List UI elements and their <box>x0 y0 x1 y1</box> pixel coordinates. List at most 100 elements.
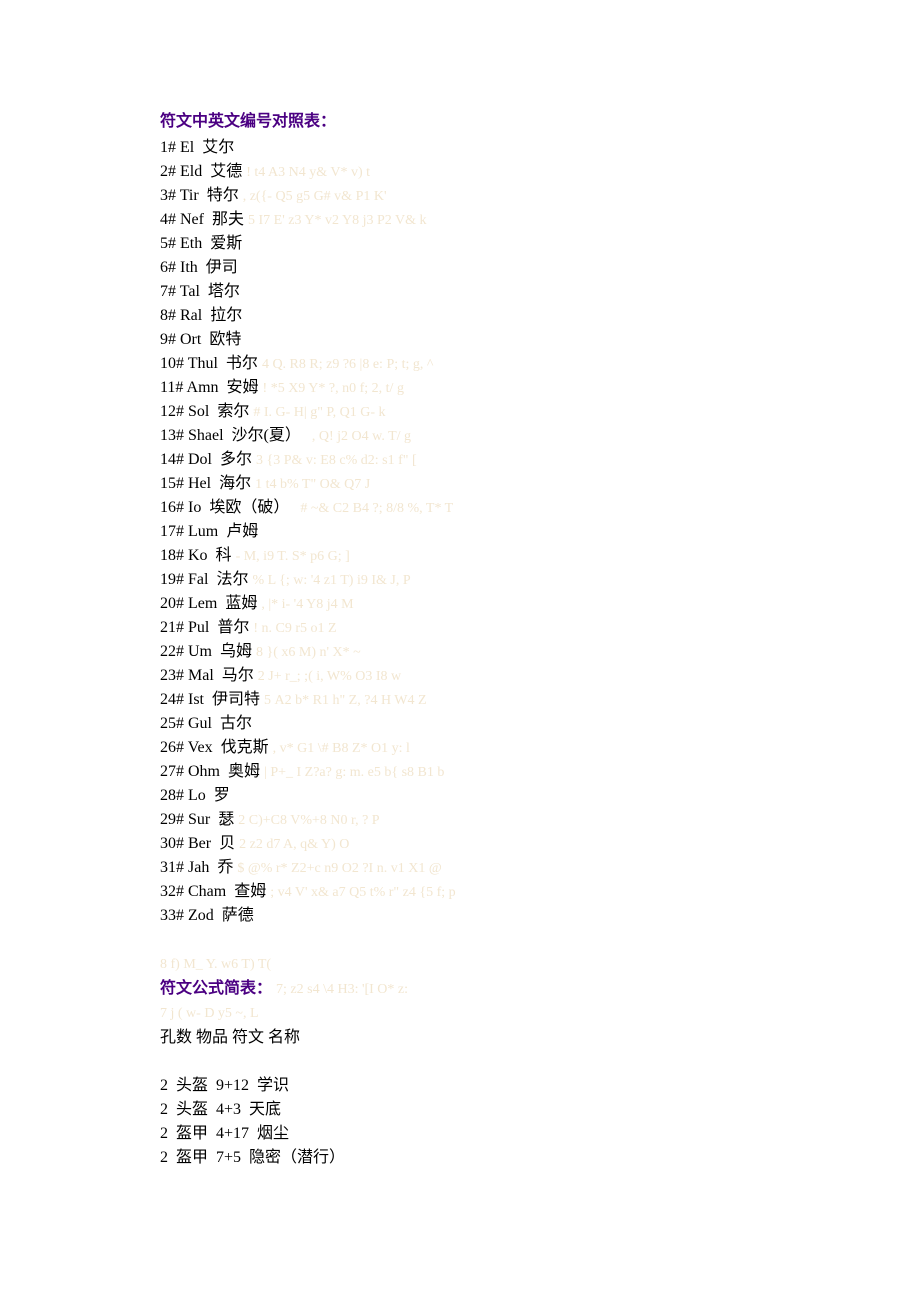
watermark-text: 4 Q. R8 R; z9 ?6 |8 e: P; t; g, ^ <box>258 357 434 372</box>
watermark-text: , Q! j2 O4 w. T/ g <box>301 429 411 444</box>
rune-entry: 8# Ral 拉尔 <box>160 307 242 324</box>
watermark-text: 7; z2 s4 \4 H3: '[I O* z: <box>272 982 408 997</box>
rune-row: 26# Vex 伐克斯, v* G1 \# B8 Z* O1 y: l <box>160 736 920 760</box>
rune-row: 31# Jah 乔$ @% r* Z2+c n9 O2 ?I n. v1 X1 … <box>160 856 920 880</box>
rune-row: 24# Ist 伊司特5 A2 b* R1 h" Z, ?4 H W4 Z <box>160 688 920 712</box>
watermark-text: 3 {3 P& v: E8 c% d2: s1 f" [ <box>252 453 417 468</box>
rune-row: 29# Sur 瑟2 C)+C8 V%+8 N0 r, ? P <box>160 808 920 832</box>
rune-entry: 6# Ith 伊司 <box>160 259 238 276</box>
formula-row: 2 头盔 9+12 学识 <box>160 1074 920 1098</box>
rune-entry: 30# Ber 贝 <box>160 835 235 852</box>
watermark-text: | P+_ I Z?a? g: m. e5 b{ s8 B1 b <box>260 765 444 780</box>
rune-entry: 32# Cham 查姆 <box>160 883 266 900</box>
rune-row: 21# Pul 普尔! n. C9 r5 o1 Z <box>160 616 920 640</box>
rune-entry: 13# Shael 沙尔(夏） <box>160 427 301 444</box>
rune-row: 5# Eth 爱斯 <box>160 232 920 256</box>
rune-row: 4# Nef 那夫5 I7 E' z3 Y* v2 Y8 j3 P2 V& k <box>160 208 920 232</box>
rune-entry: 12# Sol 索尔 <box>160 403 249 420</box>
watermark-text: ! *5 X9 Y* ?, n0 f; 2, t/ g <box>259 381 404 396</box>
rune-entry: 31# Jah 乔 <box>160 859 233 876</box>
rune-entry: 10# Thul 书尔 <box>160 355 258 372</box>
watermark-text: 2 J+ r_; ;( i, W% O3 I8 w <box>254 669 401 684</box>
rune-row: 7# Tal 塔尔 <box>160 280 920 304</box>
watermark-text: , v* G1 \# B8 Z* O1 y: l <box>269 741 410 756</box>
rune-entry: 14# Dol 多尔 <box>160 451 252 468</box>
rune-row: 28# Lo 罗 <box>160 784 920 808</box>
rune-row: 6# Ith 伊司 <box>160 256 920 280</box>
rune-row: 20# Lem 蓝姆, |* i- '4 Y8 j4 M <box>160 592 920 616</box>
rune-entry: 27# Ohm 奥姆 <box>160 763 260 780</box>
rune-row: 30# Ber 贝2 z2 d7 A, q& Y) O <box>160 832 920 856</box>
rune-table-title: 符文中英文编号对照表： <box>160 110 920 134</box>
rune-row: 10# Thul 书尔4 Q. R8 R; z9 ?6 |8 e: P; t; … <box>160 352 920 376</box>
formula-list: 2 头盔 9+12 学识2 头盔 4+3 天底2 盔甲 4+17 烟尘2 盔甲 … <box>160 1074 920 1170</box>
watermark-text: 8 }( x6 M) n' X* ~ <box>252 645 361 660</box>
rune-row: 16# Io 埃欧（破） # ~& C2 B4 ?; 8/8 %, T* T <box>160 496 920 520</box>
formula-row: 2 头盔 4+3 天底 <box>160 1098 920 1122</box>
rune-entry: 11# Amn 安姆 <box>160 379 259 396</box>
watermark-text: ! n. C9 r5 o1 Z <box>249 621 336 636</box>
formula-row: 2 盔甲 7+5 隐密（潜行） <box>160 1146 920 1170</box>
rune-row: 11# Amn 安姆! *5 X9 Y* ?, n0 f; 2, t/ g <box>160 376 920 400</box>
rune-entry: 33# Zod 萨德 <box>160 907 254 924</box>
rune-row: 3# Tir 特尔, z({- Q5 g5 G# v& P1 K' <box>160 184 920 208</box>
rune-row: 22# Um 乌姆8 }( x6 M) n' X* ~ <box>160 640 920 664</box>
rune-row: 13# Shael 沙尔(夏） , Q! j2 O4 w. T/ g <box>160 424 920 448</box>
watermark-text: 5 I7 E' z3 Y* v2 Y8 j3 P2 V& k <box>244 213 427 228</box>
watermark-text: 2 C)+C8 V%+8 N0 r, ? P <box>234 813 379 828</box>
rune-entry: 23# Mal 马尔 <box>160 667 254 684</box>
rune-row: 1# El 艾尔 <box>160 136 920 160</box>
rune-row: 32# Cham 查姆; v4 V' x& a7 Q5 t% r" z4 {5 … <box>160 880 920 904</box>
rune-entry: 9# Ort 欧特 <box>160 331 241 348</box>
rune-row: 19# Fal 法尔% L {; w: '4 z1 T) i9 I& J, P <box>160 568 920 592</box>
watermark-text: % L {; w: '4 z1 T) i9 I& J, P <box>248 573 410 588</box>
faint-text-2: 7 j ( w- D y5 ~, L <box>160 1003 920 1024</box>
rune-entry: 1# El 艾尔 <box>160 139 234 156</box>
rune-entry: 21# Pul 普尔 <box>160 619 249 636</box>
faint-text-1: 8 f) M_ Y. w6 T) T( <box>160 954 920 975</box>
rune-row: 17# Lum 卢姆 <box>160 520 920 544</box>
formula-table-title: 符文公式简表： <box>160 980 272 997</box>
watermark-text: ! t4 A3 N4 y& V* v) t <box>242 165 370 180</box>
rune-row: 8# Ral 拉尔 <box>160 304 920 328</box>
rune-entry: 28# Lo 罗 <box>160 787 230 804</box>
watermark-text: , z({- Q5 g5 G# v& P1 K' <box>239 189 387 204</box>
rune-row: 14# Dol 多尔3 {3 P& v: E8 c% d2: s1 f" [ <box>160 448 920 472</box>
rune-entry: 7# Tal 塔尔 <box>160 283 240 300</box>
rune-entry: 17# Lum 卢姆 <box>160 523 258 540</box>
rune-row: 12# Sol 索尔# I. G- H| g" P, Q1 G- k <box>160 400 920 424</box>
rune-row: 25# Gul 古尔 <box>160 712 920 736</box>
rune-entry: 25# Gul 古尔 <box>160 715 252 732</box>
rune-entry: 3# Tir 特尔 <box>160 187 239 204</box>
rune-row: 18# Ko 科- M, i9 T. S* p6 G; ] <box>160 544 920 568</box>
rune-entry: 22# Um 乌姆 <box>160 643 252 660</box>
rune-entry: 18# Ko 科 <box>160 547 232 564</box>
watermark-text: , |* i- '4 Y8 j4 M <box>257 597 353 612</box>
watermark-text: 5 A2 b* R1 h" Z, ?4 H W4 Z <box>260 693 427 708</box>
rune-row: 2# Eld 艾德! t4 A3 N4 y& V* v) t <box>160 160 920 184</box>
rune-entry: 24# Ist 伊司特 <box>160 691 260 708</box>
watermark-text: ; v4 V' x& a7 Q5 t% r" z4 {5 f; p <box>266 885 455 900</box>
rune-row: 15# Hel 海尔1 t4 b% T" O& Q7 J <box>160 472 920 496</box>
watermark-text: # I. G- H| g" P, Q1 G- k <box>249 405 385 420</box>
rune-row: 23# Mal 马尔2 J+ r_; ;( i, W% O3 I8 w <box>160 664 920 688</box>
formula-row: 2 盔甲 4+17 烟尘 <box>160 1122 920 1146</box>
watermark-text: # ~& C2 B4 ?; 8/8 %, T* T <box>289 501 453 516</box>
watermark-text: $ @% r* Z2+c n9 O2 ?I n. v1 X1 @ <box>233 861 441 876</box>
rune-entry: 19# Fal 法尔 <box>160 571 248 588</box>
rune-entry: 20# Lem 蓝姆 <box>160 595 257 612</box>
rune-list: 1# El 艾尔2# Eld 艾德! t4 A3 N4 y& V* v) t3#… <box>160 136 920 928</box>
rune-entry: 5# Eth 爱斯 <box>160 235 242 252</box>
formula-header: 孔数 物品 符文 名称 <box>160 1026 920 1050</box>
watermark-text: 2 z2 d7 A, q& Y) O <box>235 837 349 852</box>
rune-entry: 29# Sur 瑟 <box>160 811 234 828</box>
rune-row: 27# Ohm 奥姆| P+_ I Z?a? g: m. e5 b{ s8 B1… <box>160 760 920 784</box>
rune-row: 33# Zod 萨德 <box>160 904 920 928</box>
rune-entry: 2# Eld 艾德 <box>160 163 242 180</box>
formula-title-row: 符文公式简表：7; z2 s4 \4 H3: '[I O* z: <box>160 977 920 1001</box>
rune-entry: 16# Io 埃欧（破） <box>160 499 289 516</box>
watermark-text: 1 t4 b% T" O& Q7 J <box>251 477 370 492</box>
rune-row: 9# Ort 欧特 <box>160 328 920 352</box>
rune-entry: 26# Vex 伐克斯 <box>160 739 269 756</box>
rune-entry: 4# Nef 那夫 <box>160 211 244 228</box>
